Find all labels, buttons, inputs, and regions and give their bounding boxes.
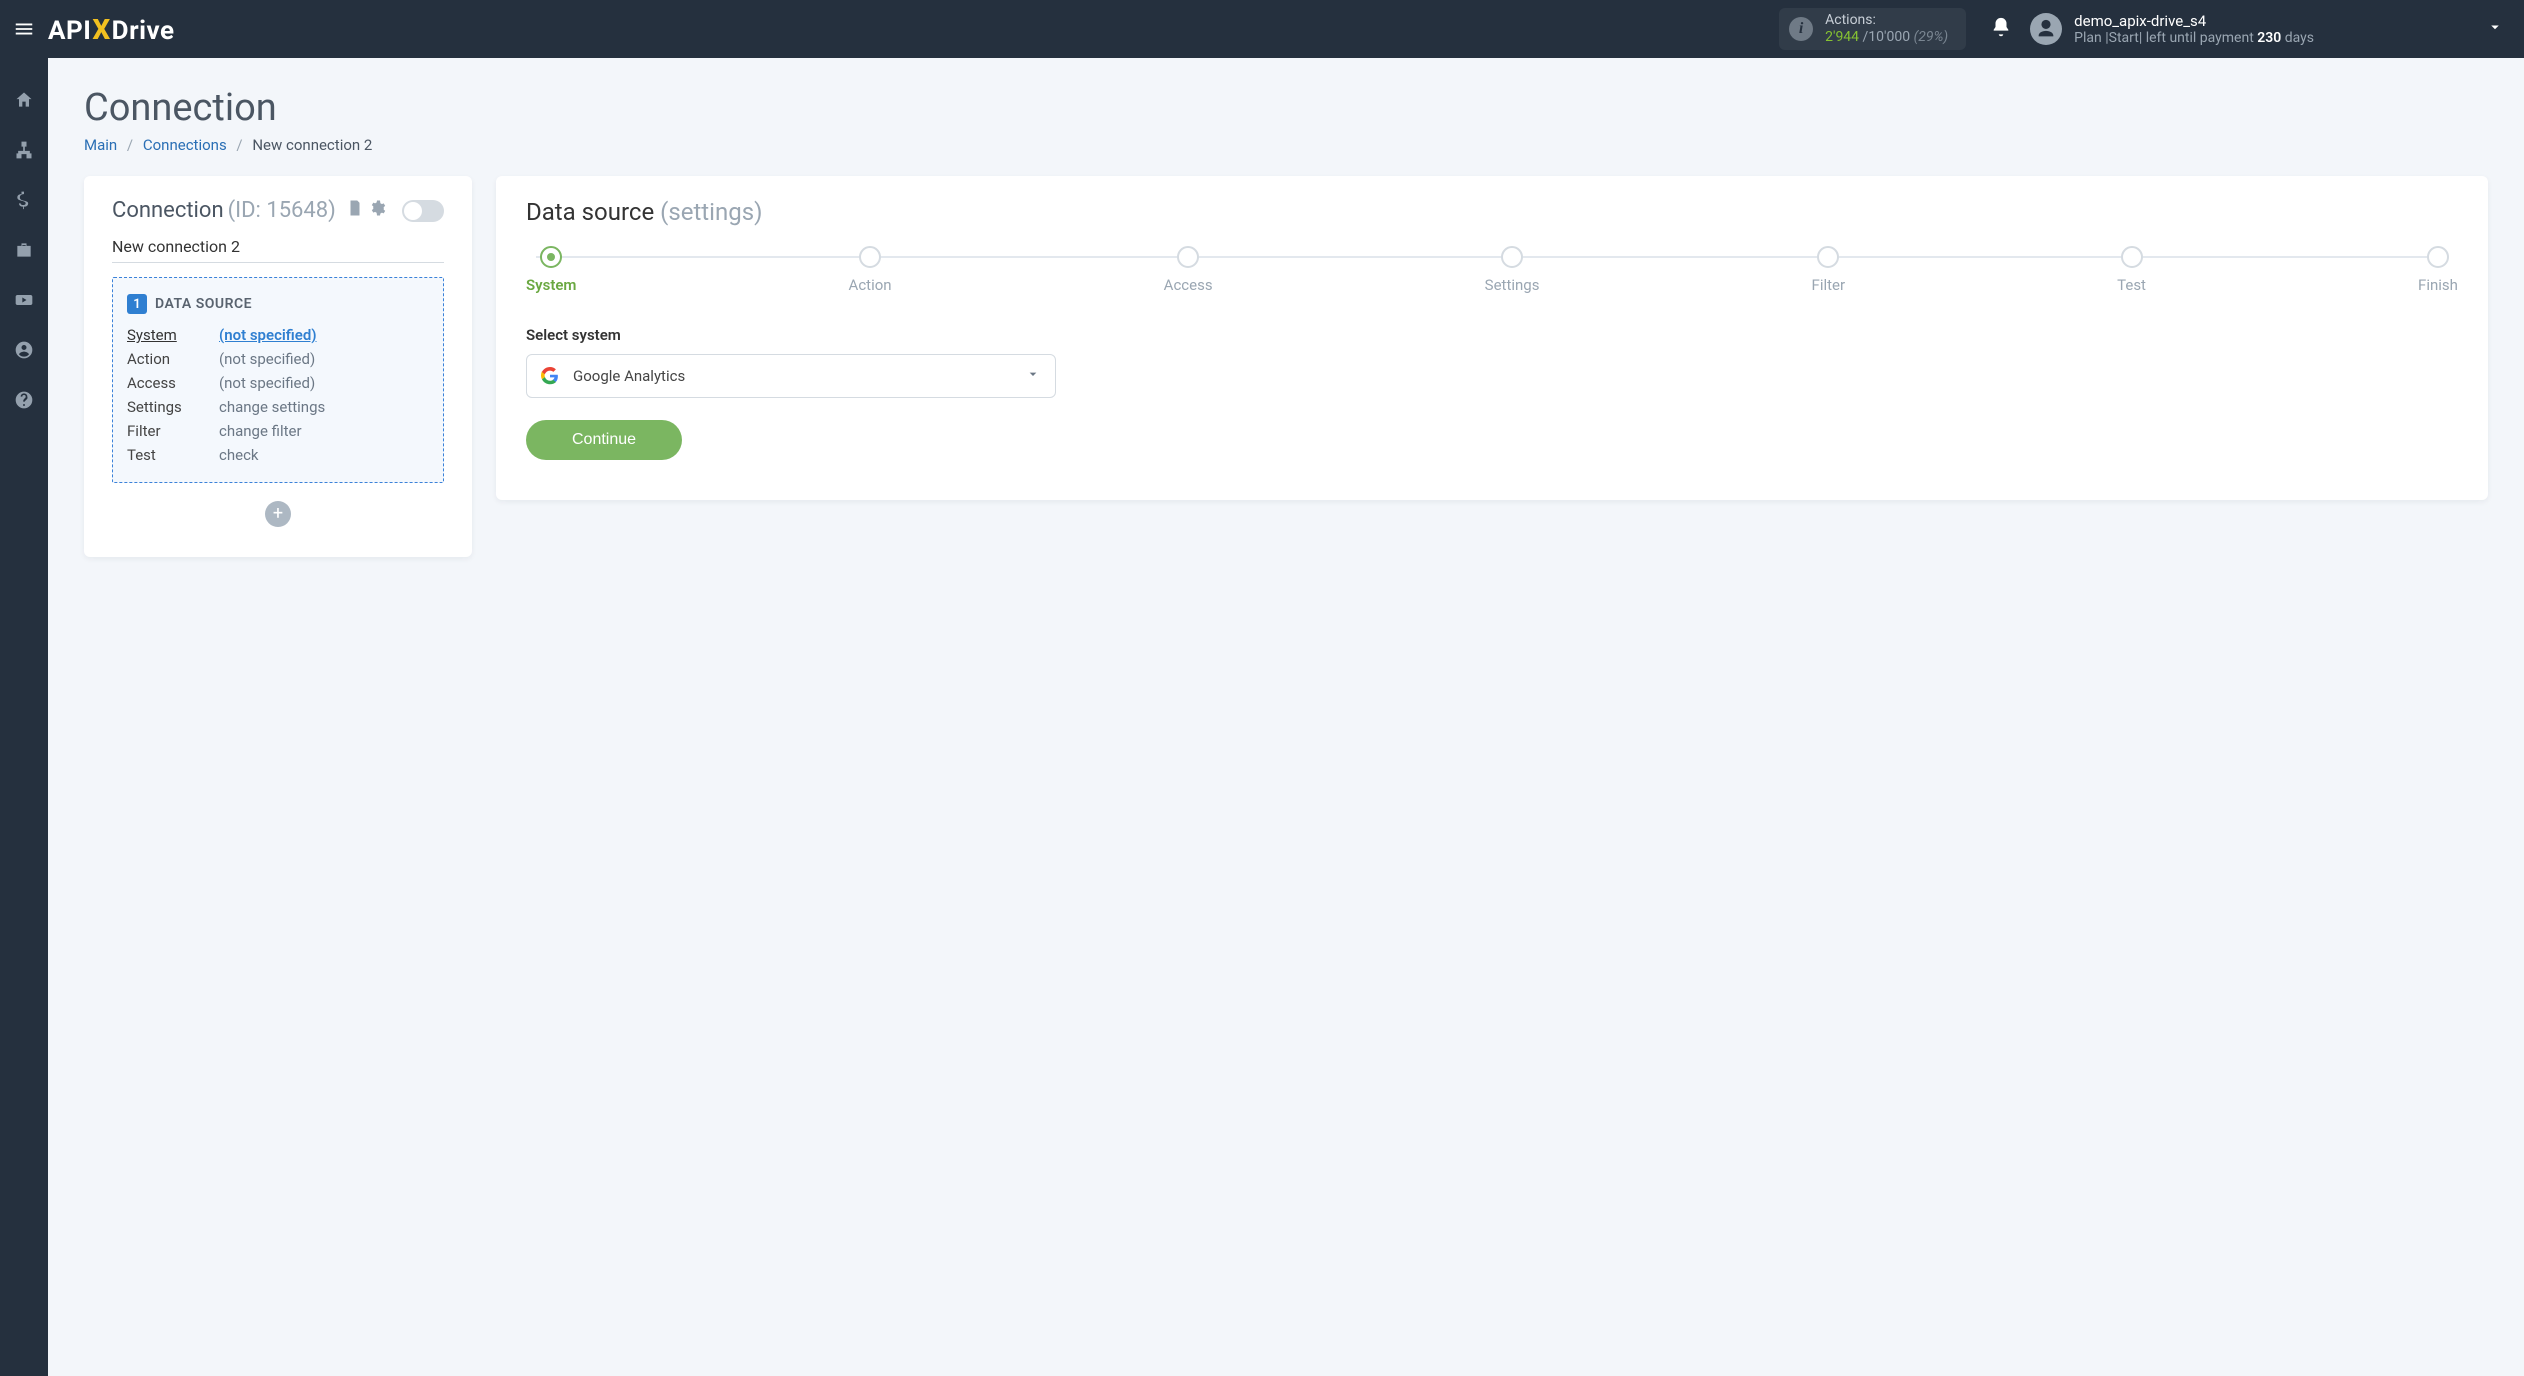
connection-title: Connection	[112, 198, 224, 223]
select-system-label: Select system	[526, 326, 2458, 344]
sidebar-item-help[interactable]	[0, 386, 48, 414]
connection-name-input[interactable]: New connection 2	[112, 223, 444, 263]
ds-row-label: Settings	[127, 398, 219, 416]
chevron-down-icon	[2486, 18, 2504, 36]
google-icon	[541, 367, 559, 385]
sidebar	[0, 58, 48, 1376]
document-icon	[346, 199, 364, 217]
user-name: demo_apix-drive_s4	[2074, 12, 2314, 30]
user-avatar	[2030, 13, 2062, 45]
sitemap-icon	[14, 140, 34, 160]
connection-card: Connection (ID: 15648) New connection 2 …	[84, 176, 472, 557]
user-menu-caret	[2486, 18, 2504, 40]
step-label: Test	[2117, 276, 2146, 294]
ds-row-value: change filter	[219, 422, 429, 440]
bell-icon	[1990, 16, 2012, 38]
step-label: Action	[849, 276, 892, 294]
actions-counter[interactable]: i Actions: 2'944 /10'000 (29%)	[1779, 8, 1966, 50]
user-icon	[2035, 18, 2057, 40]
step-action[interactable]: Action	[849, 246, 892, 294]
step-system[interactable]: System	[526, 246, 576, 294]
chevron-down-icon	[1025, 366, 1041, 382]
system-select-value: Google Analytics	[573, 367, 1011, 385]
sidebar-item-connections[interactable]	[0, 136, 48, 164]
ds-row-value: (not specified)	[219, 374, 429, 392]
ds-row-label[interactable]: System	[127, 326, 219, 344]
briefcase-icon	[14, 240, 34, 260]
connection-card-header: Connection (ID: 15648)	[112, 198, 444, 223]
data-source-heading: DATA SOURCE	[155, 296, 252, 312]
user-menu[interactable]: demo_apix-drive_s4 Plan |Start| left unt…	[2030, 12, 2504, 47]
breadcrumb-connections[interactable]: Connections	[143, 136, 227, 154]
hamburger-icon	[13, 18, 35, 40]
notes-button[interactable]	[346, 198, 364, 223]
panel-title: Data source	[526, 198, 654, 226]
topbar: APIXDrive i Actions: 2'944 /10'000 (29%)…	[0, 0, 2524, 58]
data-source-block[interactable]: 1 DATA SOURCE System(not specified)Actio…	[112, 277, 444, 483]
youtube-icon	[14, 290, 34, 310]
breadcrumb-main[interactable]: Main	[84, 136, 117, 154]
sidebar-item-account[interactable]	[0, 336, 48, 364]
actions-label: Actions:	[1825, 12, 1948, 29]
main-content: Connection Main / Connections / New conn…	[48, 58, 2524, 1376]
connection-id: (ID: 15648)	[228, 198, 336, 223]
system-select[interactable]: Google Analytics	[526, 354, 1056, 398]
data-source-index: 1	[127, 294, 147, 314]
step-settings[interactable]: Settings	[1485, 246, 1540, 294]
logo[interactable]: APIXDrive	[48, 13, 175, 46]
notifications-button[interactable]	[1990, 16, 2012, 42]
user-plan: Plan |Start| left until payment 230 days	[2074, 30, 2314, 47]
menu-toggle-button[interactable]	[0, 0, 48, 58]
ds-row-label: Test	[127, 446, 219, 464]
step-test[interactable]: Test	[2117, 246, 2146, 294]
ds-row-value[interactable]: (not specified)	[219, 326, 429, 344]
ds-row-label: Filter	[127, 422, 219, 440]
step-label: Settings	[1485, 276, 1540, 294]
ds-row-value: (not specified)	[219, 350, 429, 368]
info-icon: i	[1789, 17, 1813, 41]
actions-used: 2'944	[1825, 29, 1859, 45]
step-access[interactable]: Access	[1164, 246, 1213, 294]
ds-row-label: Access	[127, 374, 219, 392]
page-title: Connection	[84, 86, 2488, 130]
step-finish[interactable]: Finish	[2418, 246, 2458, 294]
step-filter[interactable]: Filter	[1812, 246, 1846, 294]
gear-icon	[368, 199, 386, 217]
connection-enable-toggle[interactable]	[402, 200, 444, 222]
home-icon	[14, 90, 34, 110]
actions-percent: (29%)	[1914, 29, 1949, 45]
dollar-icon	[14, 190, 34, 210]
sidebar-item-billing[interactable]	[0, 186, 48, 214]
wizard-stepper: System Action Access Settings Filter Test Fini…	[526, 246, 2458, 294]
select-caret	[1025, 366, 1041, 386]
actions-total: 10'000	[1868, 29, 1910, 45]
ds-row-value: change settings	[219, 398, 429, 416]
breadcrumb-current: New connection 2	[252, 136, 372, 154]
step-label: Access	[1164, 276, 1213, 294]
ds-row-value: check	[219, 446, 429, 464]
ds-row-label: Action	[127, 350, 219, 368]
step-label: System	[526, 276, 576, 294]
step-label: Finish	[2418, 276, 2458, 294]
settings-button[interactable]	[368, 198, 386, 223]
continue-button[interactable]: Continue	[526, 420, 682, 460]
data-source-settings-card: Data source (settings) System Action Acces…	[496, 176, 2488, 500]
actions-sep: /	[1859, 29, 1868, 45]
step-label: Filter	[1812, 276, 1846, 294]
user-circle-icon	[14, 340, 34, 360]
breadcrumb: Main / Connections / New connection 2	[84, 136, 2488, 154]
sidebar-item-briefcase[interactable]	[0, 236, 48, 264]
sidebar-item-home[interactable]	[0, 86, 48, 114]
help-icon	[14, 390, 34, 410]
sidebar-item-youtube[interactable]	[0, 286, 48, 314]
add-destination-button[interactable]: +	[265, 501, 291, 527]
panel-subtitle: (settings)	[660, 198, 762, 226]
